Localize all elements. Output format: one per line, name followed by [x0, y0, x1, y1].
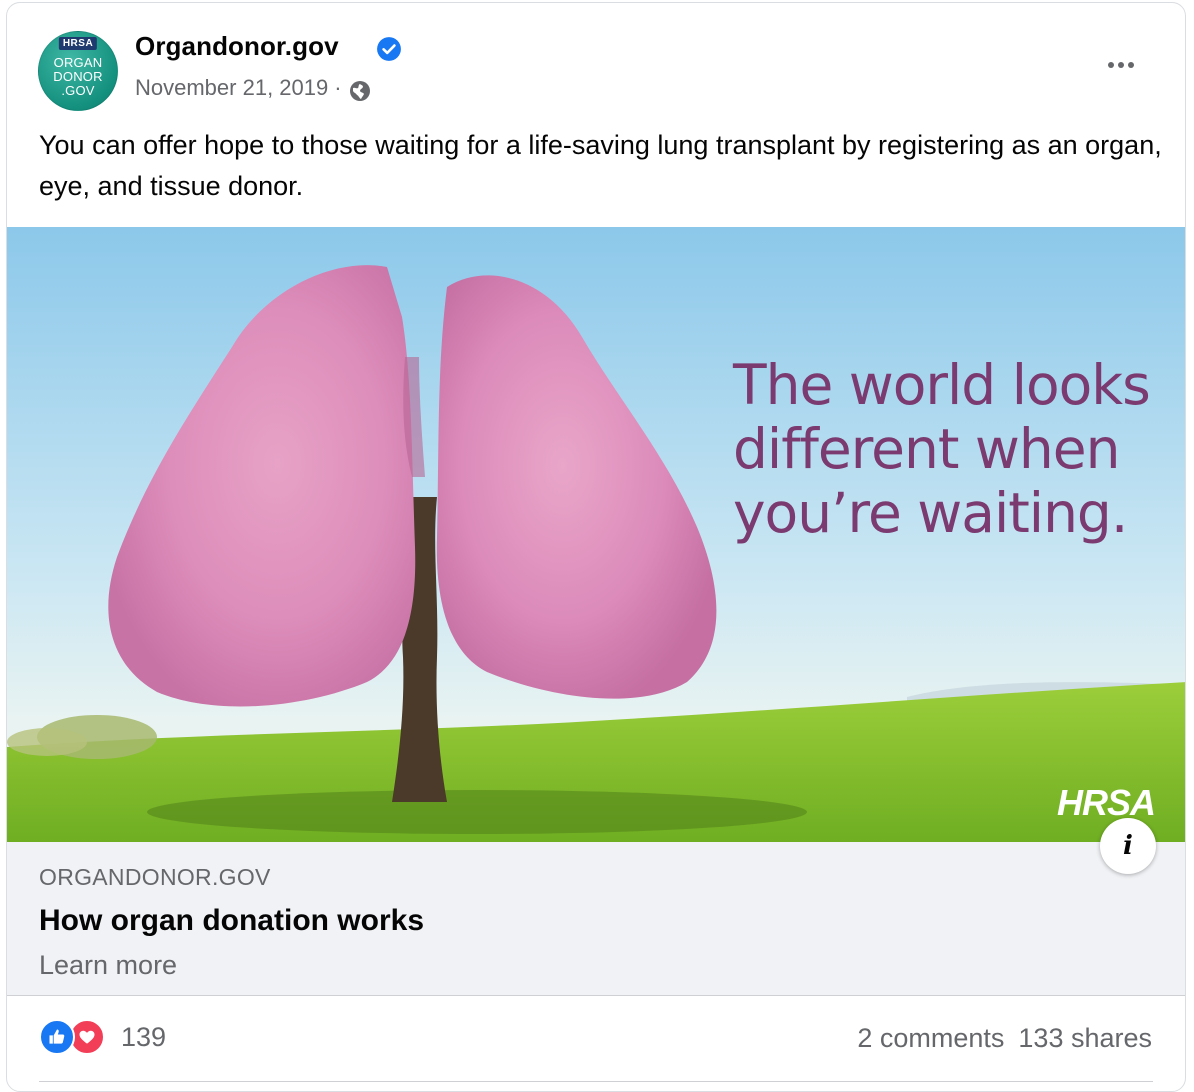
- avatar-line-gov: .GOV: [61, 83, 95, 98]
- avatar-hrsa-badge: HRSA: [58, 37, 98, 50]
- avatar-line-organ: ORGAN: [53, 55, 103, 70]
- more-options-button[interactable]: [1099, 45, 1143, 85]
- engagement-stats: 2 comments 133 shares: [843, 1023, 1152, 1054]
- image-headline-line-3: you’re waiting.: [733, 481, 1128, 545]
- link-preview-image[interactable]: The world looks different when you’re wa…: [7, 227, 1185, 842]
- image-headline-line-2: different when: [733, 417, 1120, 481]
- info-button[interactable]: i: [1100, 818, 1156, 874]
- like-icon: [39, 1019, 75, 1055]
- more-options-icon: [1108, 62, 1114, 68]
- shares-count-link[interactable]: 133 shares: [1018, 1023, 1152, 1054]
- image-headline: The world looks different when you’re wa…: [733, 353, 1151, 545]
- link-title: How organ donation works: [39, 904, 425, 937]
- post-meta: November 21, 2019 ·: [135, 73, 372, 103]
- image-headline-line-1: The world looks: [733, 353, 1151, 417]
- avatar-line-donor: DONOR: [53, 69, 103, 84]
- reaction-count: 139: [121, 1021, 167, 1052]
- more-options-dot: [1128, 62, 1134, 68]
- actions-divider: [39, 1081, 1153, 1082]
- post-text: You can offer hope to those waiting for …: [39, 130, 1162, 201]
- link-preview-footer[interactable]: ORGANDONOR.GOV How organ donation works …: [7, 842, 1185, 996]
- post-card: HRSA ORGAN DONOR .GOV Organdonor.gov Nov…: [6, 2, 1186, 1092]
- reactions-summary[interactable]: 139: [39, 1019, 166, 1055]
- link-subtitle: Learn more: [39, 950, 178, 980]
- hrsa-logo: HRSA: [1057, 782, 1156, 823]
- meta-separator: ·: [334, 75, 342, 100]
- verified-badge-icon: [377, 37, 401, 61]
- globe-icon[interactable]: [348, 79, 372, 103]
- post-date-link[interactable]: November 21, 2019: [135, 75, 328, 101]
- page-avatar[interactable]: HRSA ORGAN DONOR .GOV: [38, 31, 118, 111]
- page-name-link[interactable]: Organdonor.gov: [135, 31, 339, 62]
- comments-count-link[interactable]: 2 comments: [857, 1023, 1004, 1054]
- more-options-dot: [1118, 62, 1124, 68]
- info-icon: i: [1123, 831, 1133, 861]
- link-domain: ORGANDONOR.GOV: [39, 864, 271, 890]
